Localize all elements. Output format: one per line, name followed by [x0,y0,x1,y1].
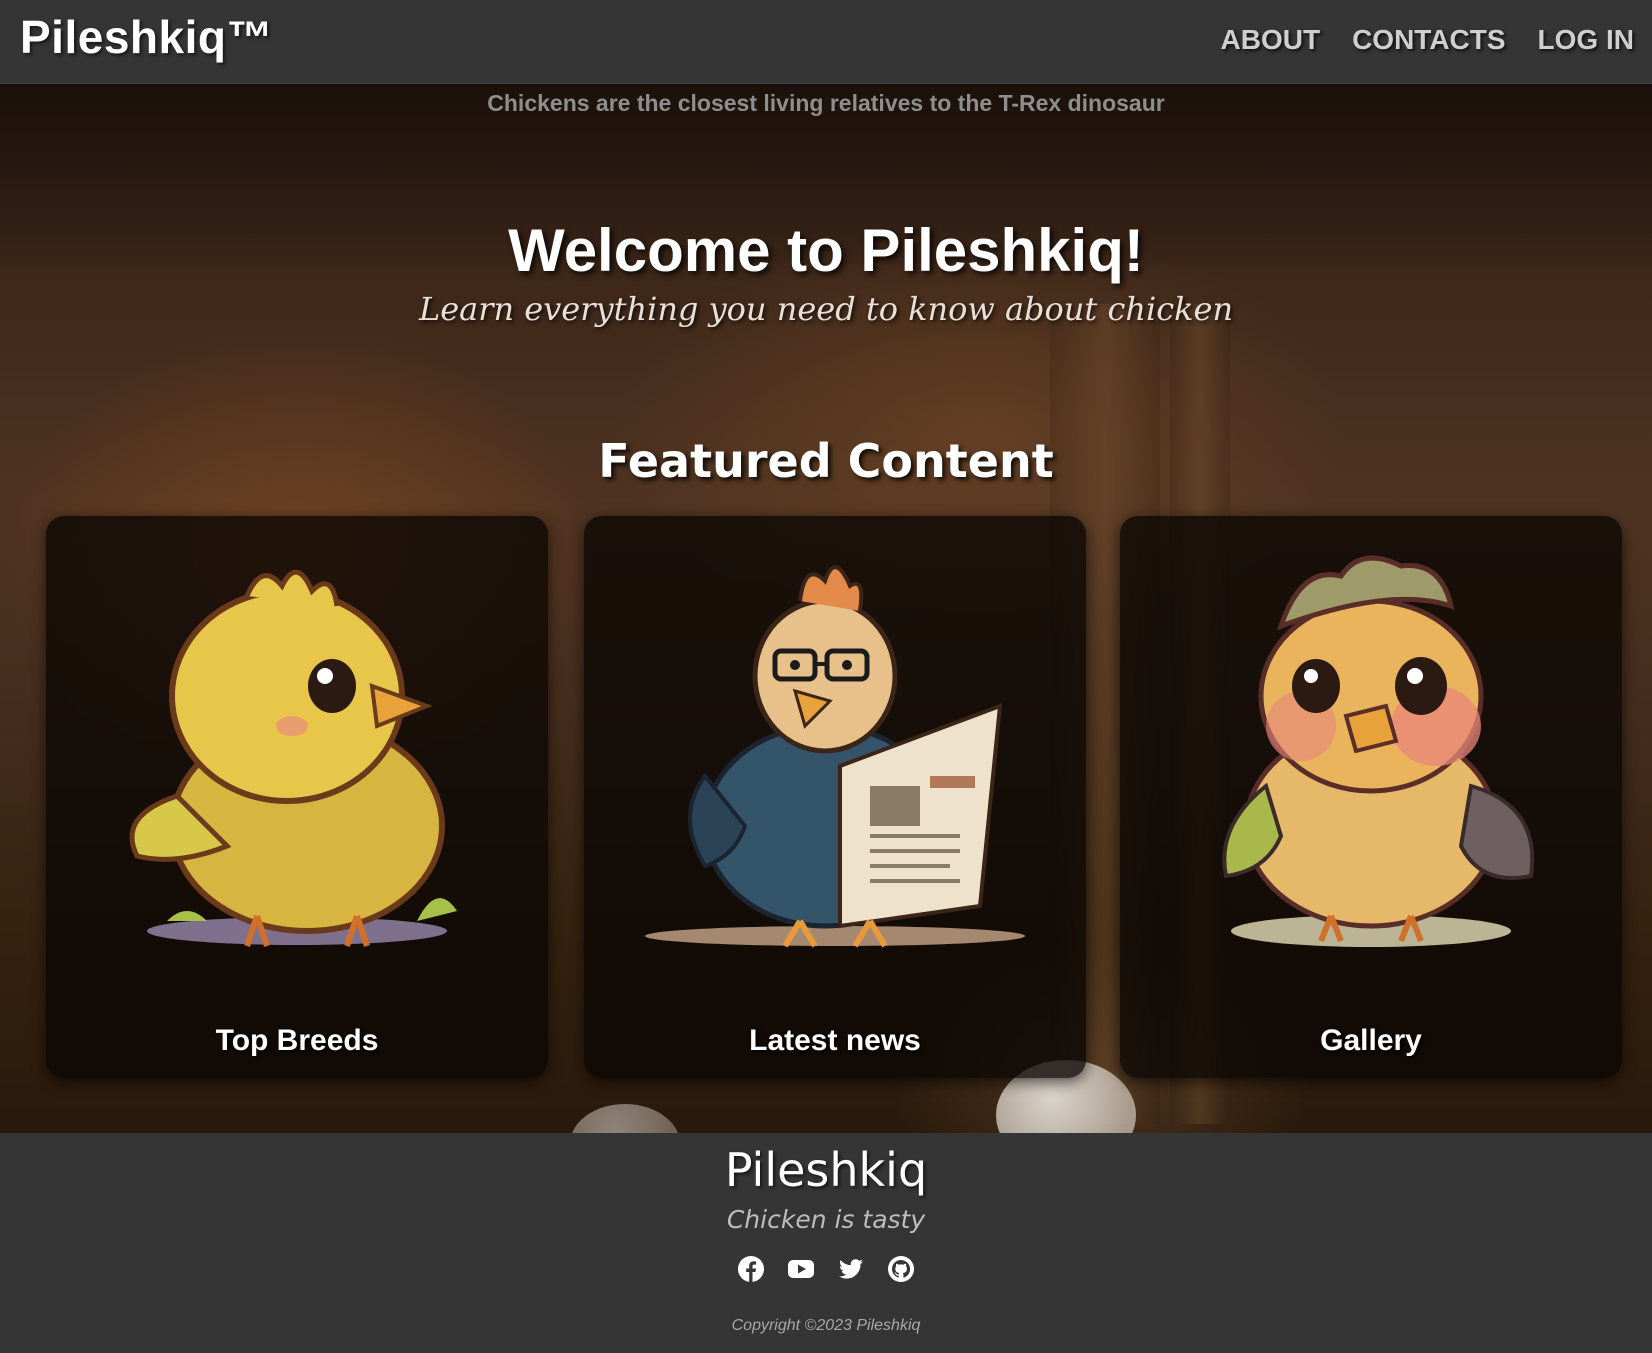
chicken-reading-newspaper-icon [645,565,1025,948]
top-navbar: Pileshkiq™ ABOUT CONTACTS LOG IN [0,0,1652,84]
hero-title: Welcome to Pileshkiq! [508,217,1144,284]
hero-section: Chickens are the closest living relative… [0,84,1652,1133]
card-label: Top Breeds [215,1024,379,1057]
brand-logo-link[interactable]: Pileshkiq™ [20,10,273,64]
twitter-icon[interactable] [837,1255,865,1283]
chicken-fact-banner: Chickens are the closest living relative… [487,90,1165,116]
card-latest-news[interactable]: Latest news [584,516,1086,1078]
featured-content-heading: Featured Content [598,434,1054,488]
facebook-icon[interactable] [737,1255,765,1283]
site-footer: Pileshkiq Chicken is tasty Copyright ©20… [0,1133,1652,1353]
copyright-text: Copyright ©2023 Pileshkiq [731,1317,921,1334]
card-label: Gallery [1320,1024,1422,1057]
social-links [0,1255,1652,1283]
yellow-chick-icon [129,569,457,947]
card-label: Latest news [749,1024,921,1057]
card-top-breeds[interactable]: Top Breeds [46,516,548,1078]
nav-about-link[interactable]: ABOUT [1221,24,1321,56]
nav-login-link[interactable]: LOG IN [1538,24,1634,56]
footer-brand: Pileshkiq [724,1143,928,1197]
colorful-chick-icon [1222,555,1535,947]
main-nav: ABOUT CONTACTS LOG IN [1221,24,1634,56]
background-egg [570,1104,680,1133]
footer-tagline: Chicken is tasty [726,1205,926,1234]
card-gallery[interactable]: Gallery [1120,516,1622,1078]
nav-contacts-link[interactable]: CONTACTS [1352,24,1505,56]
youtube-icon[interactable] [787,1255,815,1283]
github-icon[interactable] [887,1255,915,1283]
hero-tagline: Learn everything you need to know about … [418,290,1234,328]
